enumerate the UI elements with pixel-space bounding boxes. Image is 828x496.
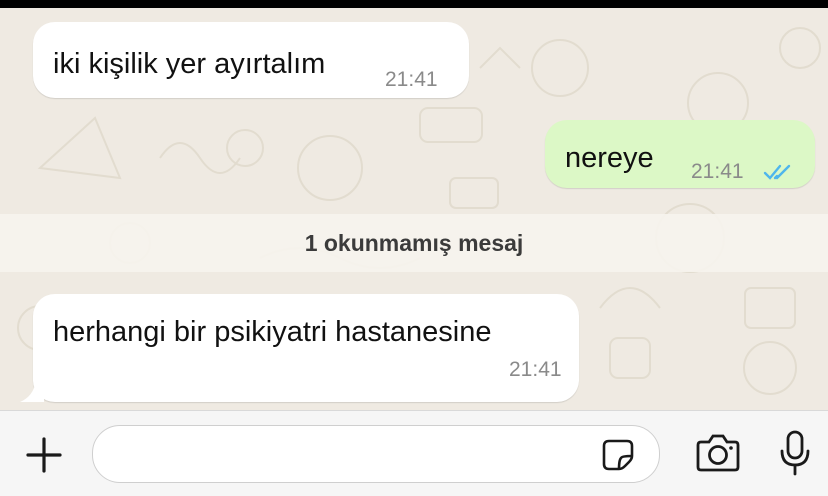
microphone-icon[interactable] xyxy=(778,429,812,477)
message-text: herhangi bir psikiyatri hastanesine xyxy=(53,316,492,348)
message-bubble-outgoing[interactable]: nereye 21:41 xyxy=(545,120,815,188)
message-input[interactable] xyxy=(92,425,660,483)
message-time: 21:41 xyxy=(385,68,438,91)
top-edge-bar xyxy=(0,0,828,8)
message-time: 21:41 xyxy=(509,358,562,381)
message-bubble-incoming[interactable]: herhangi bir psikiyatri hastanesine 21:4… xyxy=(33,294,579,402)
bubble-tail xyxy=(20,380,44,402)
message-text: nereye xyxy=(565,142,654,174)
plus-icon[interactable] xyxy=(24,435,64,475)
chat-area[interactable]: iki kişilik yer ayırtalım 21:41 nereye 2… xyxy=(0,8,828,410)
double-check-icon xyxy=(763,164,791,180)
message-input-field[interactable] xyxy=(113,436,587,472)
camera-icon[interactable] xyxy=(694,433,742,473)
message-time: 21:41 xyxy=(691,160,744,183)
message-text: iki kişilik yer ayırtalım xyxy=(53,48,326,80)
sticker-icon[interactable] xyxy=(601,438,635,472)
unread-divider: 1 okunmamış mesaj xyxy=(0,214,828,272)
unread-divider-text: 1 okunmamış mesaj xyxy=(304,229,524,256)
composer-bar xyxy=(0,410,828,496)
message-bubble-incoming[interactable]: iki kişilik yer ayırtalım 21:41 xyxy=(33,22,469,98)
